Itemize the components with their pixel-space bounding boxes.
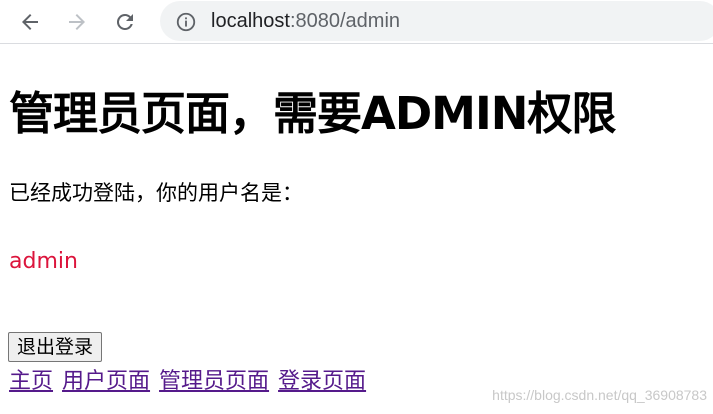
watermark: https://blog.csdn.net/qq_36908783 <box>492 387 707 403</box>
forward-button[interactable] <box>62 7 92 37</box>
url-path: :8080/admin <box>289 10 401 32</box>
nav-links: 主页 用户页面 管理员页面 登录页面 <box>9 367 368 397</box>
login-status-text: 已经成功登陆，你的用户名是： <box>9 181 303 205</box>
back-button[interactable] <box>15 7 45 37</box>
page-title: 管理员页面，需要ADMIN权限 <box>9 87 616 140</box>
url-host: localhost <box>211 10 290 32</box>
reload-icon <box>116 13 133 30</box>
link-home[interactable]: 主页 <box>9 369 53 394</box>
browser-toolbar: localhost:8080/admin <box>0 0 713 44</box>
arrow-right-icon <box>69 14 85 30</box>
logout-button[interactable]: 退出登录 <box>8 332 103 362</box>
link-admin-page[interactable]: 管理员页面 <box>159 369 269 394</box>
address-bar[interactable]: localhost:8080/admin <box>160 1 713 41</box>
url-text[interactable]: localhost:8080/admin <box>211 9 400 33</box>
username-value: admin <box>9 249 78 274</box>
link-user-page[interactable]: 用户页面 <box>62 369 150 394</box>
arrow-left-icon <box>22 14 38 30</box>
link-login-page[interactable]: 登录页面 <box>278 369 366 394</box>
info-icon[interactable] <box>175 11 197 33</box>
reload-button[interactable] <box>110 7 140 37</box>
